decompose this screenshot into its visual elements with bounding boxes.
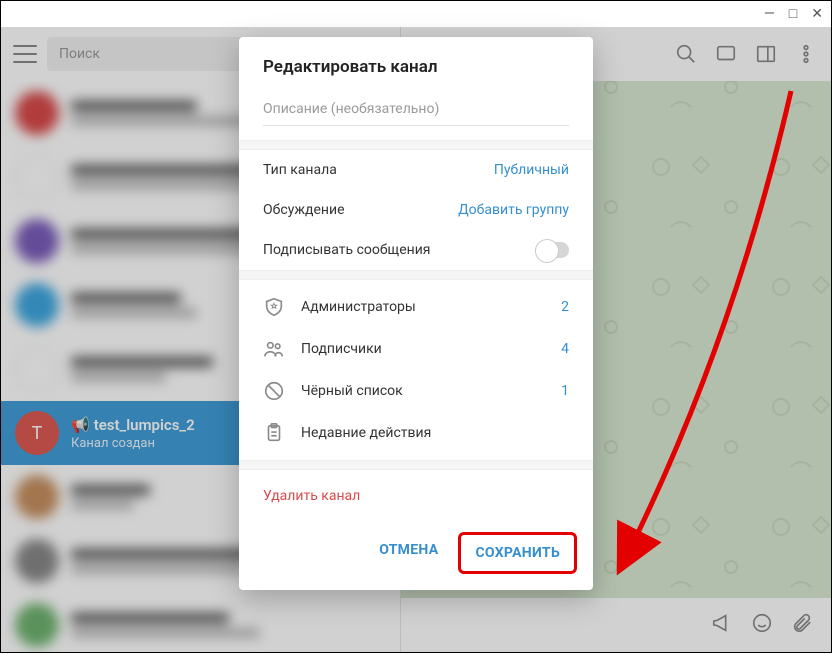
minimize-button[interactable]: —	[764, 7, 775, 21]
modal-backdrop: Редактировать канал Описание (необязател…	[1, 27, 831, 652]
save-highlight: СОХРАНИТЬ	[458, 532, 577, 574]
admins-label: Администраторы	[301, 299, 545, 315]
subscribers-label: Подписчики	[301, 341, 545, 357]
channel-type-value[interactable]: Публичный	[494, 162, 569, 178]
shield-icon	[263, 296, 285, 318]
edit-channel-modal: Редактировать канал Описание (необязател…	[239, 37, 593, 590]
description-input[interactable]: Описание (необязательно)	[263, 101, 569, 126]
modal-title: Редактировать канал	[239, 37, 593, 91]
discussion-value[interactable]: Добавить группу	[458, 202, 569, 218]
close-button[interactable]: ✕	[811, 7, 823, 21]
sign-messages-toggle[interactable]	[535, 242, 569, 258]
subscribers-item[interactable]: Подписчики 4	[239, 328, 593, 370]
admins-count: 2	[561, 299, 569, 315]
channel-type-label: Тип канала	[263, 162, 337, 178]
block-icon	[263, 380, 285, 402]
sign-messages-row[interactable]: Подписывать сообщения	[239, 230, 593, 270]
blacklist-count: 1	[561, 383, 569, 399]
cancel-button[interactable]: ОТМЕНА	[365, 532, 452, 574]
recent-actions-label: Недавние действия	[301, 425, 569, 441]
maximize-button[interactable]: □	[789, 7, 797, 21]
clipboard-icon	[263, 422, 285, 444]
subscribers-count: 4	[561, 341, 569, 357]
delete-channel-link[interactable]: Удалить канал	[239, 470, 593, 522]
blacklist-item[interactable]: Чёрный список 1	[239, 370, 593, 412]
sign-messages-label: Подписывать сообщения	[263, 242, 430, 258]
people-icon	[263, 338, 285, 360]
save-button[interactable]: СОХРАНИТЬ	[461, 535, 574, 571]
window-titlebar: — □ ✕	[1, 1, 831, 27]
blacklist-label: Чёрный список	[301, 383, 545, 399]
discussion-row[interactable]: Обсуждение Добавить группу	[239, 190, 593, 230]
channel-type-row[interactable]: Тип канала Публичный	[239, 150, 593, 190]
discussion-label: Обсуждение	[263, 202, 345, 218]
admins-item[interactable]: Администраторы 2	[239, 286, 593, 328]
recent-actions-item[interactable]: Недавние действия	[239, 412, 593, 454]
